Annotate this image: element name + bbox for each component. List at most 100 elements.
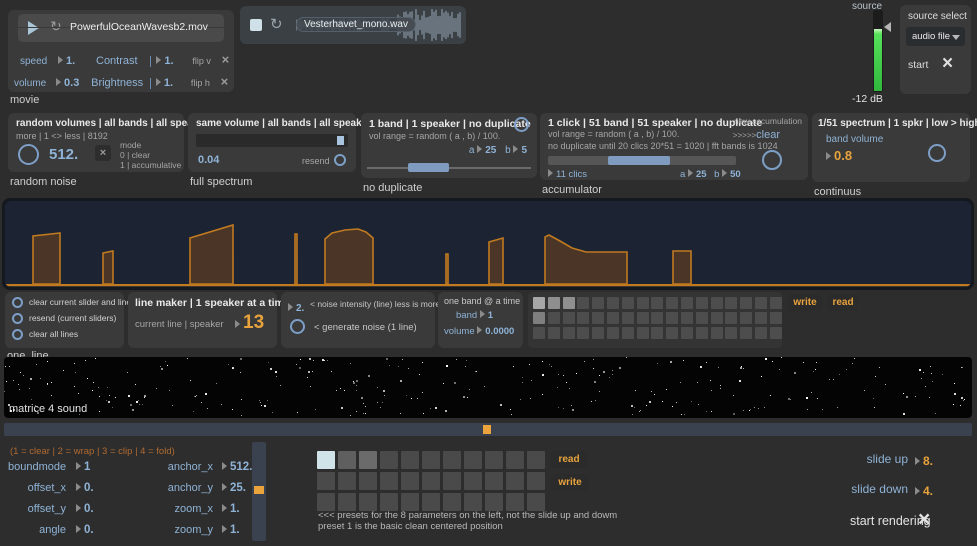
full-spectrum-value[interactable]: 0.04	[198, 154, 219, 166]
accumulator-rangeslider[interactable]	[548, 156, 736, 165]
grid-cell[interactable]	[317, 472, 335, 490]
grid-cell[interactable]	[711, 327, 723, 339]
one-line-write-button[interactable]: write	[788, 294, 822, 311]
grid-cell[interactable]	[533, 312, 545, 324]
accumulator-bang-button[interactable]	[762, 150, 782, 170]
grid-cell[interactable]	[485, 451, 503, 469]
grid-cell[interactable]	[422, 493, 440, 511]
source-level-meter[interactable]	[873, 10, 883, 92]
one-line-action-bang-button[interactable]	[12, 313, 23, 324]
volume-numbox[interactable]: 0.3	[56, 78, 79, 89]
grid-cell[interactable]	[725, 312, 737, 324]
grid-cell[interactable]	[338, 493, 356, 511]
grid-cell[interactable]	[622, 327, 634, 339]
grid-cell[interactable]	[740, 297, 752, 309]
grid-cell[interactable]	[681, 312, 693, 324]
movie-transport-bar[interactable]: ↻ PowerfulOceanWavesb2.mov	[18, 14, 224, 42]
clics-numbox[interactable]: 11 clics	[548, 169, 587, 180]
grid-cell[interactable]	[770, 312, 782, 324]
grid-cell[interactable]	[338, 451, 356, 469]
grid-cell[interactable]	[485, 472, 503, 490]
grid-cell[interactable]	[443, 472, 461, 490]
preset-read-button[interactable]: read	[551, 451, 587, 468]
grid-cell[interactable]	[401, 451, 419, 469]
param-numbox[interactable]: 1	[76, 461, 90, 473]
grid-cell[interactable]	[563, 327, 575, 339]
matrice-h-slider[interactable]	[4, 423, 972, 436]
grid-cell[interactable]	[317, 493, 335, 511]
grid-cell[interactable]	[317, 451, 335, 469]
rangeslider-handle[interactable]	[408, 163, 449, 172]
flip-h-toggle[interactable]: ×	[221, 74, 229, 89]
full-spectrum-slider[interactable]	[196, 134, 348, 147]
grid-cell[interactable]	[506, 472, 524, 490]
grid-cell[interactable]	[622, 297, 634, 309]
stop-icon[interactable]	[250, 19, 262, 31]
param-numbox[interactable]: 512.	[222, 461, 252, 473]
random-noise-bang-button[interactable]	[18, 144, 39, 165]
grid-cell[interactable]	[666, 297, 678, 309]
grid-cell[interactable]	[607, 297, 619, 309]
a-value[interactable]: 25	[485, 145, 496, 156]
speed-numbox[interactable]: 1.	[58, 56, 75, 67]
grid-cell[interactable]	[443, 493, 461, 511]
grid-cell[interactable]	[651, 327, 663, 339]
noise-intensity-numbox[interactable]: 2.	[288, 298, 304, 316]
loop-icon[interactable]: ↻	[270, 15, 283, 33]
rangeslider-handle[interactable]	[608, 156, 670, 165]
grid-cell[interactable]	[711, 312, 723, 324]
grid-cell[interactable]	[637, 312, 649, 324]
grid-cell[interactable]	[548, 327, 560, 339]
grid-cell[interactable]	[696, 312, 708, 324]
grid-cell[interactable]	[755, 312, 767, 324]
grid-cell[interactable]	[563, 312, 575, 324]
preset-write-button[interactable]: write	[551, 474, 589, 491]
flip-v-toggle[interactable]: ×	[222, 52, 230, 67]
v-slider-handle[interactable]	[254, 486, 264, 494]
band-numbox[interactable]: band 1	[456, 310, 493, 321]
random-noise-value[interactable]: 512.	[49, 146, 78, 163]
grid-cell[interactable]	[651, 312, 663, 324]
source-select-dropdown[interactable]: audio file	[906, 27, 965, 46]
grid-cell[interactable]	[592, 297, 604, 309]
grid-cell[interactable]	[401, 493, 419, 511]
b-value[interactable]: 5	[521, 145, 527, 156]
grid-cell[interactable]	[637, 327, 649, 339]
grid-cell[interactable]	[548, 312, 560, 324]
slide-down-numbox[interactable]: 4.	[915, 482, 933, 500]
no-duplicate-rangeslider[interactable]	[367, 163, 531, 172]
grid-cell[interactable]	[696, 297, 708, 309]
grid-cell[interactable]	[380, 451, 398, 469]
grid-cell[interactable]	[533, 327, 545, 339]
grid-cell[interactable]	[422, 472, 440, 490]
grid-cell[interactable]	[548, 297, 560, 309]
no-duplicate-bang-button[interactable]	[514, 117, 529, 132]
contrast-numbox[interactable]: 1.	[150, 56, 173, 67]
continuus-bang-button[interactable]	[928, 144, 946, 162]
grid-cell[interactable]	[666, 327, 678, 339]
grid-cell[interactable]	[622, 312, 634, 324]
grid-cell[interactable]	[577, 312, 589, 324]
param-numbox[interactable]: 1.	[222, 524, 240, 536]
band-volume-numbox[interactable]: 0.8	[826, 147, 852, 165]
param-numbox[interactable]: 0.	[76, 482, 94, 494]
one-line-read-button[interactable]: read	[827, 294, 859, 311]
grid-cell[interactable]	[533, 297, 545, 309]
grid-cell[interactable]	[725, 297, 737, 309]
grid-cell[interactable]	[740, 312, 752, 324]
grid-cell[interactable]	[666, 312, 678, 324]
grid-cell[interactable]	[401, 472, 419, 490]
param-numbox[interactable]: 1.	[222, 503, 240, 515]
grid-cell[interactable]	[485, 493, 503, 511]
grid-cell[interactable]	[651, 297, 663, 309]
start-rendering-toggle[interactable]: ×	[918, 508, 930, 532]
grid-cell[interactable]	[725, 327, 737, 339]
one-line-action-bang-button[interactable]	[12, 329, 23, 340]
grid-cell[interactable]	[563, 297, 575, 309]
grid-cell[interactable]	[464, 451, 482, 469]
grid-cell[interactable]	[422, 451, 440, 469]
slide-up-numbox[interactable]: 8.	[915, 452, 933, 470]
current-line-numbox[interactable]: 13	[235, 312, 264, 334]
param-numbox[interactable]: 25.	[222, 482, 246, 494]
grid-cell[interactable]	[711, 297, 723, 309]
